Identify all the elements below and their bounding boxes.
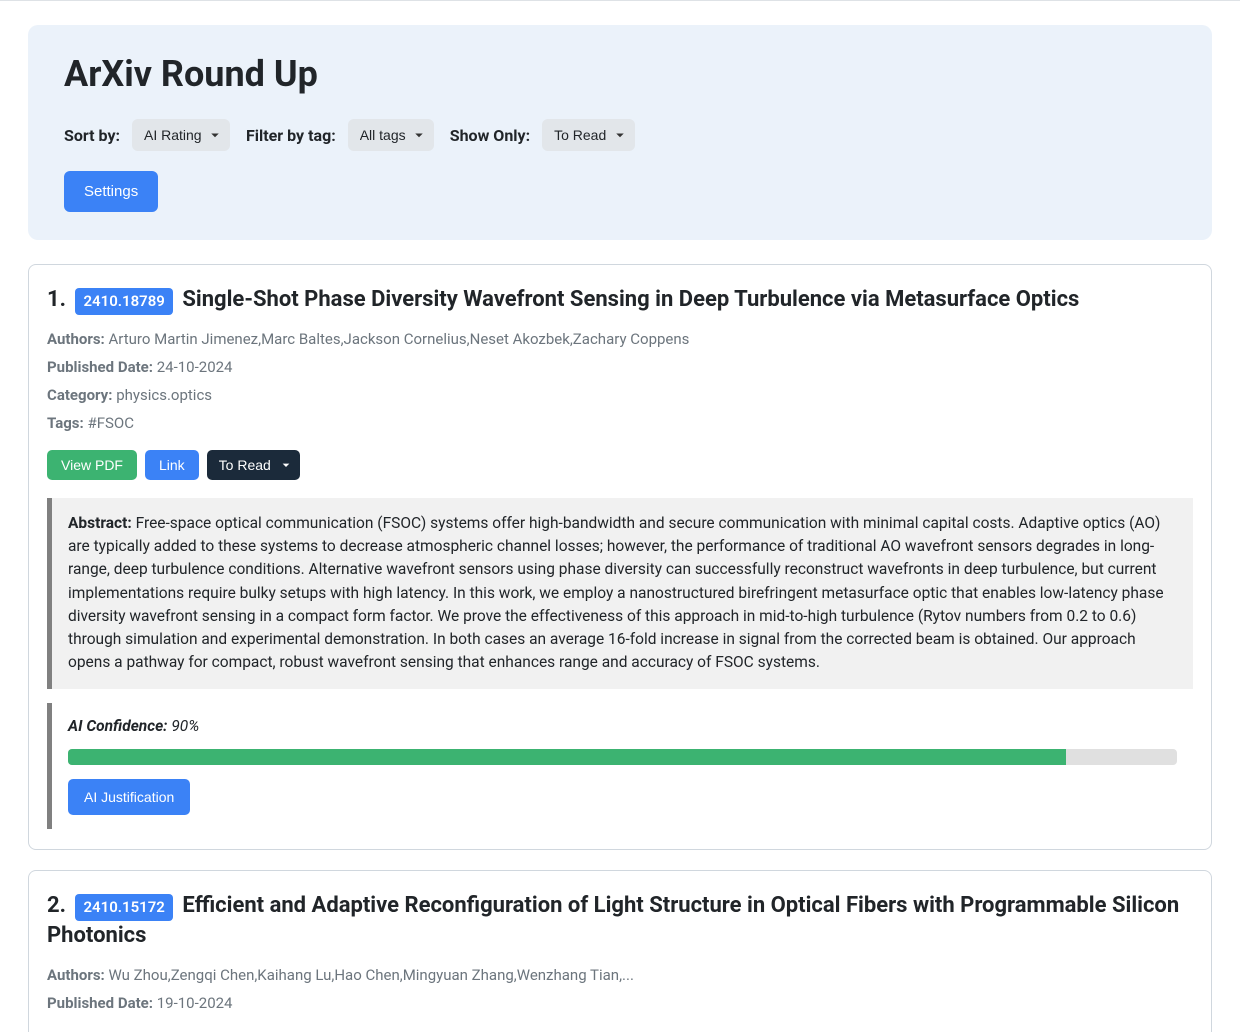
paper-title-text: Single-Shot Phase Diversity Wavefront Se… xyxy=(182,287,1079,312)
abstract-text: Free-space optical communication (FSOC) … xyxy=(68,514,1164,672)
page-title: ArXiv Round Up xyxy=(64,53,1176,95)
status-select[interactable]: To Read xyxy=(207,450,300,480)
confidence-box: AI Confidence: 90% AI Justification xyxy=(47,703,1193,829)
progress-bar-bg xyxy=(68,749,1177,765)
paper-title-text: Efficient and Adaptive Reconfiguration o… xyxy=(47,893,1179,949)
category-label: Category: xyxy=(47,386,112,404)
category-line: Category: physics.optics xyxy=(47,386,1193,404)
abstract-box: Abstract: Free-space optical communicati… xyxy=(47,498,1193,689)
view-pdf-button[interactable]: View PDF xyxy=(47,450,137,480)
paper-title-row: 2. 2410.15172 Efficient and Adaptive Rec… xyxy=(47,891,1193,953)
published-label: Published Date: xyxy=(47,994,153,1012)
paper-index: 1. xyxy=(47,287,66,312)
filter-label: Filter by tag: xyxy=(246,126,336,145)
header-card: ArXiv Round Up Sort by: AI Rating Filter… xyxy=(28,25,1212,240)
published-value: 24-10-2024 xyxy=(157,358,233,376)
ai-justification-button[interactable]: AI Justification xyxy=(68,779,190,815)
controls-row: Sort by: AI Rating Filter by tag: All ta… xyxy=(64,119,1176,151)
published-value: 19-10-2024 xyxy=(157,994,233,1012)
confidence-value: 90% xyxy=(171,717,199,735)
paper-card: 1. 2410.18789 Single-Shot Phase Diversit… xyxy=(28,264,1212,850)
top-divider xyxy=(0,0,1240,1)
confidence-line: AI Confidence: 90% xyxy=(68,717,1177,735)
filter-control-group: Filter by tag: All tags xyxy=(246,119,434,151)
paper-id-badge[interactable]: 2410.15172 xyxy=(75,894,172,921)
tags-value: #FSOC xyxy=(87,414,134,432)
published-line: Published Date: 19-10-2024 xyxy=(47,994,1193,1012)
abstract-label: Abstract: xyxy=(68,514,132,532)
tags-label: Tags: xyxy=(47,414,84,432)
confidence-label: AI Confidence: xyxy=(68,717,168,735)
paper-title-row: 1. 2410.18789 Single-Shot Phase Diversit… xyxy=(47,285,1193,316)
show-label: Show Only: xyxy=(450,126,530,145)
show-select[interactable]: To Read xyxy=(542,119,635,151)
paper-id-badge[interactable]: 2410.18789 xyxy=(75,288,172,315)
actions-row: View PDF Link To Read xyxy=(47,450,1193,480)
paper-index: 2. xyxy=(47,893,66,918)
sort-select[interactable]: AI Rating xyxy=(132,119,230,151)
paper-card: 2. 2410.15172 Efficient and Adaptive Rec… xyxy=(28,870,1212,1032)
authors-label: Authors: xyxy=(47,330,105,348)
published-line: Published Date: 24-10-2024 xyxy=(47,358,1193,376)
sort-control-group: Sort by: AI Rating xyxy=(64,119,230,151)
progress-bar-fill xyxy=(68,749,1066,765)
published-label: Published Date: xyxy=(47,358,153,376)
authors-value: Wu Zhou,Zengqi Chen,Kaihang Lu,Hao Chen,… xyxy=(109,966,634,984)
filter-select[interactable]: All tags xyxy=(348,119,434,151)
link-button[interactable]: Link xyxy=(145,450,199,480)
authors-value: Arturo Martin Jimenez,Marc Baltes,Jackso… xyxy=(109,330,690,348)
show-control-group: Show Only: To Read xyxy=(450,119,635,151)
authors-line: Authors: Wu Zhou,Zengqi Chen,Kaihang Lu,… xyxy=(47,966,1193,984)
sort-label: Sort by: xyxy=(64,126,120,145)
category-value: physics.optics xyxy=(116,386,212,404)
authors-label: Authors: xyxy=(47,966,105,984)
tags-line: Tags: #FSOC xyxy=(47,414,1193,432)
settings-button[interactable]: Settings xyxy=(64,171,158,212)
authors-line: Authors: Arturo Martin Jimenez,Marc Balt… xyxy=(47,330,1193,348)
